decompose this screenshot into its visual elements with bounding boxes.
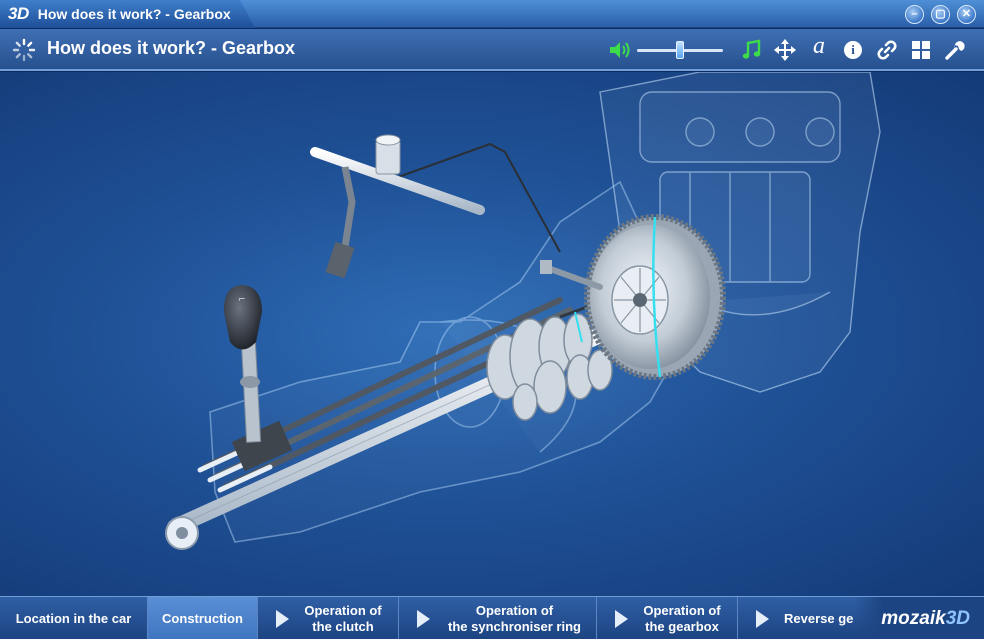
play-icon xyxy=(417,610,430,628)
minimize-button[interactable]: – xyxy=(905,5,924,24)
tab-label: Location in the car xyxy=(15,610,132,626)
link-icon[interactable] xyxy=(876,39,898,61)
app-toolbar: How does it work? - Gearbox a i xyxy=(0,29,984,71)
play-icon xyxy=(756,610,769,628)
grid-icon[interactable] xyxy=(910,39,932,61)
mozaik3d-logo: mozaik 3D xyxy=(854,597,984,639)
font-icon[interactable]: a xyxy=(808,33,830,59)
info-icon[interactable]: i xyxy=(842,39,864,61)
volume-icon[interactable] xyxy=(609,40,631,60)
tab-label-line1: Operation of xyxy=(475,602,554,618)
close-button[interactable]: ✕ xyxy=(957,5,976,24)
3d-viewport[interactable]: ⌐ xyxy=(0,72,984,596)
volume-thumb[interactable] xyxy=(676,41,684,59)
window-title-tab: 3D How does it work? - Gearbox xyxy=(0,0,255,28)
brand-suffix: 3D xyxy=(945,607,970,629)
play-icon xyxy=(276,610,289,628)
app-logo: 3D xyxy=(8,4,29,23)
tab-label: Reverse ge xyxy=(784,610,854,626)
window-title: How does it work? - Gearbox xyxy=(37,6,231,22)
tab-label-line1: Operation of xyxy=(304,602,382,618)
spinner-icon xyxy=(12,38,36,62)
tab-location-in-the-car[interactable]: Location in the car xyxy=(0,597,148,639)
wrench-icon[interactable] xyxy=(944,39,966,61)
tab-label-line2: the clutch xyxy=(312,618,374,634)
tab-construction[interactable]: Construction xyxy=(148,597,258,639)
svg-text:⌐: ⌐ xyxy=(238,295,246,305)
maximize-button[interactable]: ▢ xyxy=(931,5,950,24)
clutch-cable xyxy=(389,142,561,253)
window-controls: – ▢ ✕ xyxy=(905,5,976,24)
flywheel xyxy=(584,214,726,380)
bottom-nav: Location in the car Construction Operati… xyxy=(0,596,984,639)
app-title: How does it work? - Gearbox xyxy=(47,38,296,58)
tab-label-line2: the gearbox xyxy=(645,618,719,634)
tab-label-line2: the synchroniser ring xyxy=(448,618,581,634)
tab-label-line1: Operation of xyxy=(643,602,721,618)
volume-slider[interactable] xyxy=(637,41,723,59)
gearbox-scene: ⌐ xyxy=(165,72,881,550)
move-icon[interactable] xyxy=(774,39,796,61)
tab-operation-of-the-clutch[interactable]: Operation of the clutch xyxy=(258,597,399,639)
play-icon xyxy=(615,610,628,628)
tab-operation-of-the-synchroniser-ring[interactable]: Operation of the synchroniser ring xyxy=(399,597,597,639)
info-glyph: i xyxy=(844,41,862,59)
brand-text: mozaik xyxy=(881,607,946,629)
tab-operation-of-the-gearbox[interactable]: Operation of the gearbox xyxy=(597,597,738,639)
tab-label: Construction xyxy=(162,610,243,626)
window-titlebar: 3D How does it work? - Gearbox – ▢ ✕ xyxy=(0,0,984,28)
music-icon[interactable] xyxy=(741,39,763,61)
